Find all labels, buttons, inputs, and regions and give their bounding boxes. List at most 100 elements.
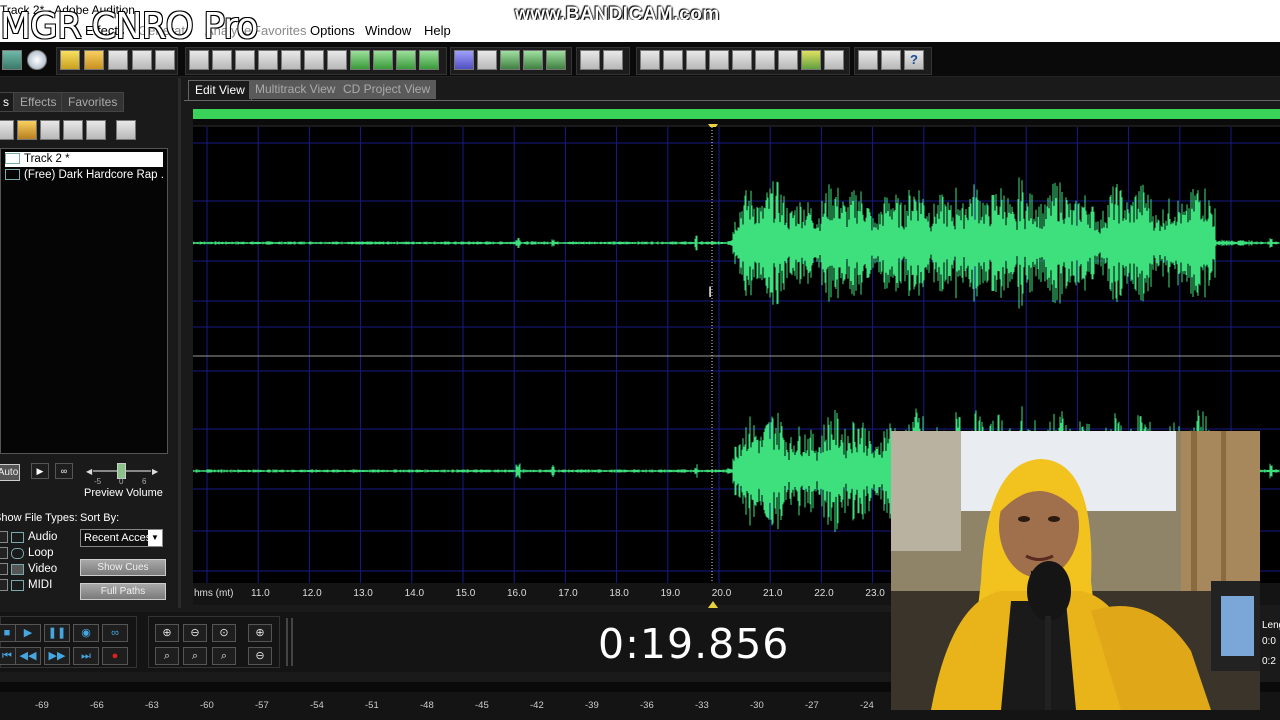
waveform-view-icon[interactable] (500, 50, 520, 70)
channel-logo: MGR CNRO Pro (0, 6, 258, 47)
loop-preview-button[interactable]: ∞ (55, 463, 73, 479)
tab-effects[interactable]: Effects (13, 92, 64, 112)
zero-cross-icon[interactable] (419, 50, 439, 70)
zoom-panel-icon[interactable] (732, 50, 752, 70)
settings-gear-icon[interactable] (858, 50, 878, 70)
fast-forward-button[interactable]: ▶▶ (44, 647, 70, 665)
workspace-icon[interactable] (2, 50, 22, 70)
volume-left-arrow-icon[interactable]: ◀ (86, 467, 92, 476)
spectral-phase-icon[interactable] (546, 50, 566, 70)
play-preview-button[interactable]: ▶ (31, 463, 49, 479)
trim-icon[interactable] (373, 50, 393, 70)
go-to-end-button[interactable]: ⏭ (73, 647, 99, 665)
options-icon[interactable] (116, 120, 136, 140)
zoom-in-vertical-icon[interactable]: ⊕ (248, 624, 272, 642)
play-to-end-button[interactable]: ◉ (73, 624, 99, 642)
selection-view-icon[interactable] (755, 50, 775, 70)
close-file-icon[interactable] (40, 120, 60, 140)
zoom-to-selection-icon[interactable]: ⌕ (155, 647, 179, 665)
record-button[interactable]: ● (102, 647, 128, 665)
file-name: Track 2 * (24, 153, 70, 165)
play-panel-icon[interactable] (709, 50, 729, 70)
play-button[interactable]: ▶ (15, 624, 41, 642)
sort-by-select[interactable]: Recent Access ▼ (80, 529, 163, 547)
show-cues-button[interactable]: Show Cues (80, 559, 166, 576)
level-meter-tick-label: -54 (310, 700, 324, 711)
redo-icon[interactable] (212, 50, 232, 70)
new-file-icon[interactable] (60, 50, 80, 70)
file-item[interactable]: (Free) Dark Hardcore Rap ... (5, 168, 163, 183)
ruler-tick-label: 20.0 (711, 588, 732, 599)
mix-paste-icon[interactable] (350, 50, 370, 70)
insert-icon[interactable] (63, 120, 83, 140)
marker-list-icon[interactable] (778, 50, 798, 70)
crop-icon[interactable] (396, 50, 416, 70)
filetype-midi[interactable]: MIDI (0, 579, 52, 591)
edit-file-icon[interactable] (86, 120, 106, 140)
zoom-out-icon[interactable]: ⊖ (183, 624, 207, 642)
save-as-icon[interactable] (132, 50, 152, 70)
zoom-full-icon[interactable]: ⊙ (212, 624, 236, 642)
checkbox[interactable] (0, 563, 8, 575)
filetype-audio[interactable]: Audio (0, 531, 57, 543)
zoom-in-icon[interactable]: ⊕ (155, 624, 179, 642)
organizer-icon[interactable] (640, 50, 660, 70)
overview-bar[interactable] (193, 109, 1280, 119)
checkbox[interactable] (0, 547, 8, 559)
save-all-icon[interactable] (155, 50, 175, 70)
edit-icon[interactable] (881, 50, 901, 70)
ruler-tick-label: 12.0 (302, 588, 322, 599)
cut-icon[interactable] (304, 50, 324, 70)
rewind-button[interactable]: ◀◀ (15, 647, 41, 665)
ruler-tick-label: 21.0 (763, 588, 783, 599)
check-icon[interactable] (477, 50, 497, 70)
checkbox[interactable] (0, 579, 8, 591)
audio-file-icon (5, 153, 20, 165)
playhead-bottom-marker[interactable] (708, 601, 718, 608)
open-file-icon[interactable] (17, 120, 37, 140)
loop-button[interactable]: ∞ (102, 624, 128, 642)
menu-favorites[interactable]: Favorites (253, 23, 306, 38)
time-icon[interactable] (686, 50, 706, 70)
cd-icon[interactable] (27, 50, 47, 70)
zoom-right-icon[interactable]: ⌕ (212, 647, 236, 665)
undo-icon[interactable] (189, 50, 209, 70)
paste-icon[interactable] (327, 50, 347, 70)
time-selection-tool-icon[interactable] (580, 50, 600, 70)
transport-icon[interactable] (663, 50, 683, 70)
checkbox[interactable] (0, 531, 8, 543)
import-icon[interactable] (0, 120, 14, 140)
full-paths-button[interactable]: Full Paths (80, 583, 166, 600)
pause-button[interactable]: ❚❚ (44, 624, 70, 642)
length-value-2: 0:2 (1262, 656, 1276, 667)
file-item[interactable]: Track 2 * (5, 152, 163, 167)
spectral-view-icon[interactable] (454, 50, 474, 70)
menu-options[interactable]: Options (310, 23, 355, 38)
zoom-left-icon[interactable]: ⌕ (183, 647, 207, 665)
save-icon[interactable] (108, 50, 128, 70)
auto-play-button[interactable]: Auto (0, 464, 20, 481)
menu-help[interactable]: Help (424, 23, 451, 38)
audio-type-icon (11, 531, 24, 543)
copy-new-icon[interactable] (258, 50, 278, 70)
tab-edit-view[interactable]: Edit View (188, 80, 252, 100)
repeat-icon[interactable] (235, 50, 255, 70)
help-icon[interactable]: ? (904, 50, 924, 70)
video-type-icon (11, 563, 24, 575)
open-folder-icon[interactable] (84, 50, 104, 70)
tab-multitrack-view[interactable]: Multitrack View (249, 80, 342, 99)
copy-icon[interactable] (281, 50, 301, 70)
menu-window[interactable]: Window (365, 23, 411, 38)
zoom-out-vertical-icon[interactable]: ⊖ (248, 647, 272, 665)
spectral-pan-icon[interactable] (523, 50, 543, 70)
filetype-loop[interactable]: Loop (0, 547, 54, 559)
chevron-down-icon[interactable]: ▼ (148, 530, 162, 546)
panel-splitter[interactable] (178, 78, 181, 608)
tab-cd-project-view[interactable]: CD Project View (337, 80, 437, 99)
marquee-tool-icon[interactable] (603, 50, 623, 70)
level-meter-icon[interactable] (801, 50, 821, 70)
mixer-icon[interactable] (824, 50, 844, 70)
volume-right-arrow-icon[interactable]: ▶ (152, 467, 158, 476)
tab-favorites[interactable]: Favorites (61, 92, 125, 112)
filetype-video[interactable]: Video (0, 563, 57, 575)
